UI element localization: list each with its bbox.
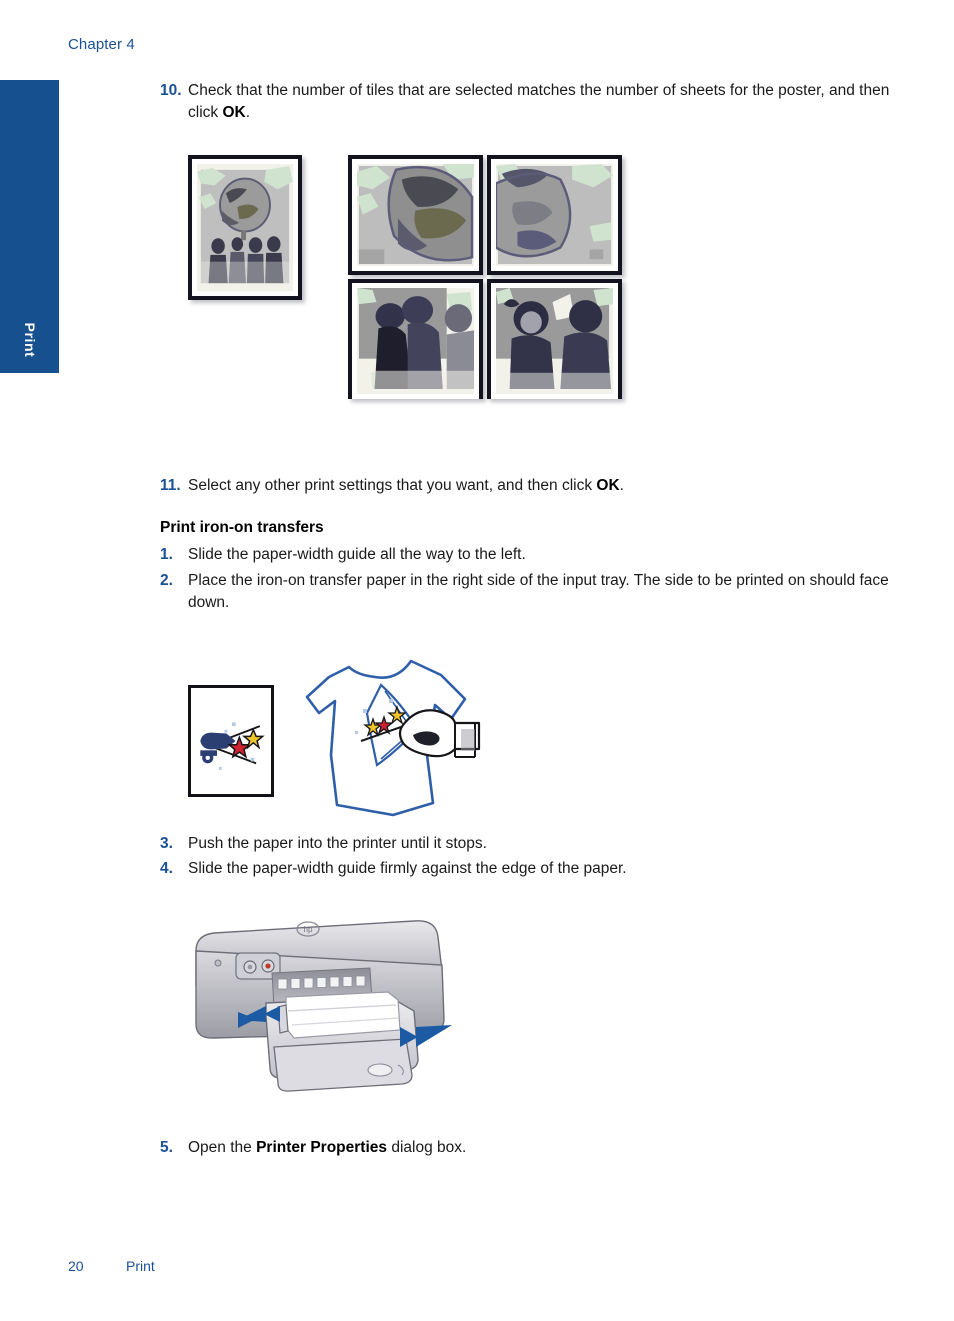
step-text: Place the iron-on transfer paper in the … [188,570,890,615]
iron-on-transfer-illustration [160,643,890,833]
step-text: Select any other print settings that you… [188,475,890,497]
tshirt-hand-graphic [305,659,481,817]
list-item: 3. Push the paper into the printer until… [160,833,890,855]
step-text-part: Slide the paper-width guide all the way … [188,546,526,564]
svg-text:hp: hp [304,925,313,934]
step-number: 10. [160,82,182,99]
printer-graphic: hp [195,919,452,1092]
step-number: 2. [160,571,173,589]
list-item: 11. Select any other print settings that… [160,475,890,497]
step-number: 3. [160,834,173,852]
step-text-tail: . [245,104,251,122]
page-content: 10. Check that the number of tiles that … [160,80,890,1159]
step-text: Slide the paper-width guide all the way … [188,544,890,566]
step-number: 5. [160,1138,173,1156]
footer-section-name: Print [126,1258,155,1274]
step-text-tail: . [619,476,624,494]
step-text: Slide the paper-width guide firmly again… [188,858,890,880]
section-heading: Print iron-on transfers [160,519,324,537]
poster-tile-top-right [487,154,622,275]
side-thumb-tab: Print [0,80,59,373]
step-text-tail: dialog box. [387,1138,467,1156]
original-photo-image [197,163,293,291]
list-item: 2. Place the iron-on transfer paper in t… [160,570,890,615]
step-text-part: Place the iron-on transfer paper in the … [188,571,889,612]
step-number: 11. [160,476,181,494]
step-number: 4. [160,860,173,878]
poster-tile-image [357,163,474,266]
printer-paper-loading-illustration: hp [160,907,890,1127]
poster-tile-top-left [348,154,483,275]
list-item: 5. Open the Printer Properties dialog bo… [160,1137,890,1159]
poster-tile-image [357,287,474,394]
transfer-sheet [188,684,274,797]
cannon-stars-graphic [200,722,265,770]
step-text-part: Push the paper into the printer until it… [188,834,487,852]
footer-page-number: 20 [68,1258,84,1274]
step-text-bold: Printer Properties [256,1138,388,1156]
step-text-part: Select any other print settings that you… [188,476,597,494]
poster-tile-bottom-right [487,278,622,399]
step-text: Push the paper into the printer until it… [188,833,890,855]
step-text-part: Check that the number of tiles that are … [188,82,890,122]
step-number: 1. [160,546,173,564]
page-footer: 20 Print [68,1258,155,1274]
step-text-part: Slide the paper-width guide firmly again… [188,860,627,878]
step-text-bold: OK [596,476,620,494]
step-text: Check that the number of tiles that are … [188,80,890,125]
step-text-part: Open the [188,1138,257,1156]
poster-tile-image [496,287,613,394]
step-text-bold: OK [222,104,246,122]
side-thumb-tab-label: Print [21,322,38,358]
poster-tile-bottom-left [348,278,483,399]
list-item: 4. Slide the paper-width guide firmly ag… [160,858,890,880]
poster-tile-image [496,163,613,266]
step-text: Open the Printer Properties dialog box. [188,1137,890,1159]
chapter-header: Chapter 4 [68,36,135,53]
original-photo-frame [188,154,302,300]
list-item: 10. Check that the number of tiles that … [160,80,890,125]
poster-tiling-illustration [160,151,890,451]
list-item: 1. Slide the paper-width guide all the w… [160,544,890,566]
